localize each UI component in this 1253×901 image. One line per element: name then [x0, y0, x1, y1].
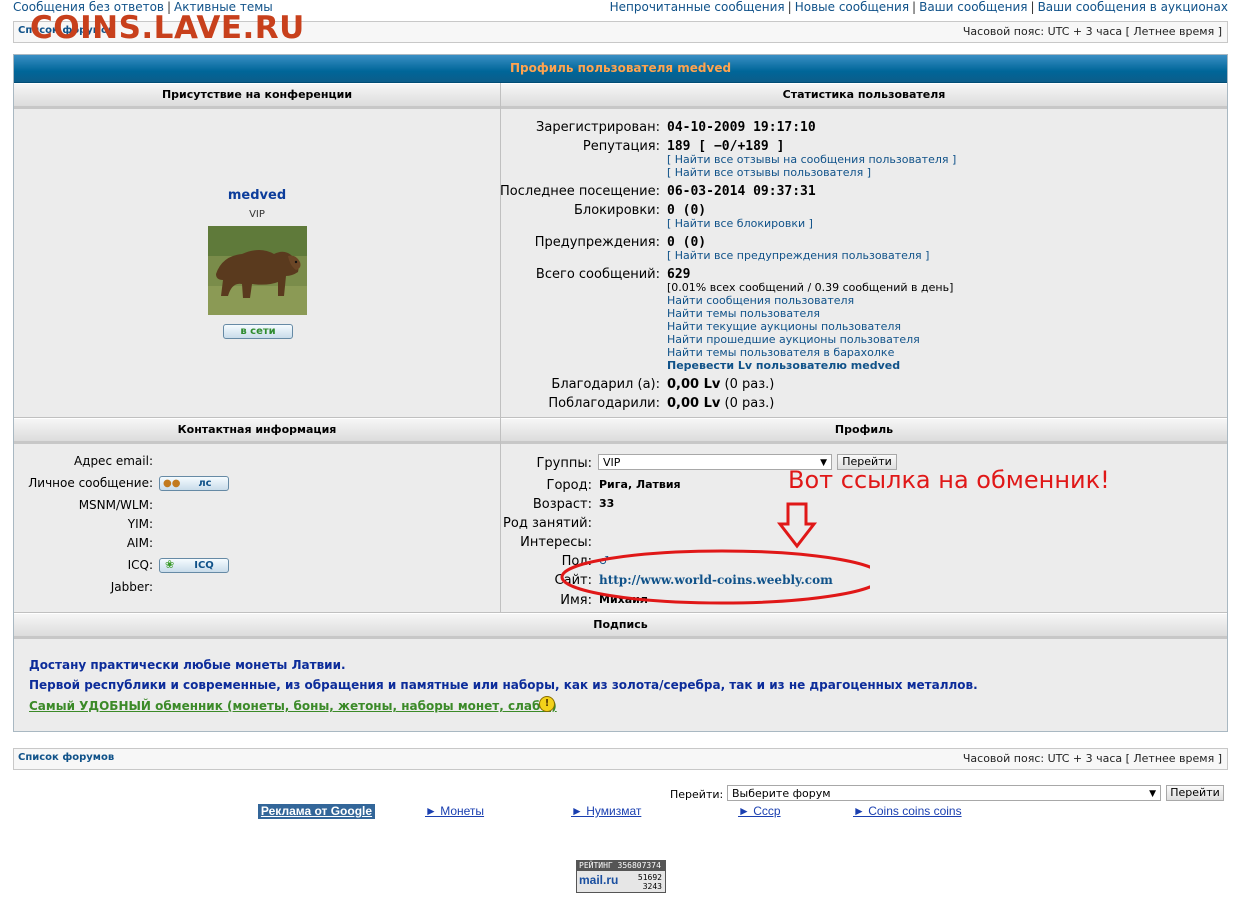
signature-header: Подпись — [14, 613, 1227, 639]
contact-header: Контактная информация — [14, 418, 500, 444]
reputation-label: Репутация: — [582, 139, 660, 154]
find-user-topics-link[interactable]: Найти темы пользователя — [667, 307, 820, 320]
exchange-link[interactable]: Самый УДОБНЫЙ обменник (монеты, боны, же… — [29, 699, 557, 713]
timezone-label: Часовой пояс: UTC + 3 часа [ Летнее врем… — [962, 25, 1222, 38]
find-warnings-link[interactable]: [ Найти все предупреждения пользователя … — [667, 249, 929, 262]
new-posts-link[interactable]: Новые сообщения — [795, 0, 909, 14]
groups-select-value: VIP — [603, 456, 621, 469]
icq-flower-icon: ❀ — [165, 558, 175, 571]
icq-button[interactable]: ❀ ICQ — [159, 558, 229, 573]
yim-label: YIM: — [127, 517, 153, 531]
chevron-down-icon: ▼ — [1149, 789, 1156, 799]
your-auction-posts-link[interactable]: Ваши сообщения в аукционах — [1038, 0, 1228, 14]
thanked-value: 0,00 Lv — [667, 377, 721, 392]
signature-line-2: Первой республики и современные, из обра… — [29, 678, 978, 692]
pm-button[interactable]: ●● лс — [159, 476, 229, 491]
find-post-feedback-link[interactable]: [ Найти все отзывы на сообщения пользова… — [667, 153, 956, 166]
posts-share: [0.01% всех сообщений / 0.39 сообщений в… — [667, 281, 954, 294]
forum-index-link-bottom[interactable]: Список форумов — [18, 752, 114, 763]
city-value: Рига, Латвия — [599, 478, 681, 491]
icq-button-label: ICQ — [194, 560, 214, 571]
warnings-label: Предупреждения: — [534, 235, 660, 250]
unread-posts-link[interactable]: Непрочитанные сообщения — [610, 0, 785, 14]
got-thanks-count: (0 раз.) — [724, 396, 775, 411]
profile-title: Профиль пользователя medved — [509, 61, 732, 75]
counter-value-1: 51692 — [637, 873, 662, 882]
jump-label: Перейти: — [670, 788, 724, 801]
people-icon: ●● — [163, 478, 181, 489]
site-watermark: COINS.LAVE.RU — [30, 10, 305, 46]
find-user-feedback-link[interactable]: [ Найти все отзывы пользователя ] — [667, 166, 871, 179]
city-label: Город: — [546, 478, 592, 493]
find-past-auctions-link[interactable]: Найти прошедшие аукционы пользователя — [667, 333, 920, 346]
ad-link-coins-coins[interactable]: ► Coins coins coins — [853, 804, 962, 818]
breadcrumb-bottom: Список форумов Часовой пояс: UTC + 3 час… — [13, 748, 1228, 770]
counter-rating: РЕЙТИНГ 356807374 — [577, 861, 665, 871]
mailru-counter[interactable]: РЕЙТИНГ 356807374 mail.ru 51692 3243 — [576, 860, 666, 893]
got-thanks-label: Поблагодарили: — [548, 396, 660, 411]
transfer-lv-link[interactable]: Перевести Lv пользователю medved — [667, 359, 900, 372]
ad-link-ussr[interactable]: ► Ссср — [738, 804, 781, 818]
thanked-label: Благодарил (а): — [551, 377, 660, 392]
last-visit-label: Последнее посещение: — [500, 184, 660, 199]
timezone-label-bottom: Часовой пояс: UTC + 3 часа [ Летнее врем… — [962, 752, 1222, 765]
find-bans-link[interactable]: [ Найти все блокировки ] — [667, 217, 813, 230]
annotation-text: Вот ссылка на обменник! — [788, 466, 1110, 494]
total-posts-label: Всего сообщений: — [535, 267, 660, 282]
got-thanks-value: 0,00 Lv — [667, 396, 721, 411]
warnings-value: 0 (0) — [667, 235, 707, 250]
find-current-auctions-link[interactable]: Найти текущие аукционы пользователя — [667, 320, 901, 333]
online-status-button[interactable]: в сети — [223, 324, 293, 339]
email-label: Адрес email: — [73, 454, 153, 468]
avatar — [208, 226, 307, 315]
stats-header: Статистика пользователя — [501, 83, 1227, 109]
msn-label: MSNM/WLM: — [78, 498, 153, 512]
profile-header: Профиль — [501, 418, 1227, 444]
registered-label: Зарегистрирован: — [536, 120, 660, 135]
find-user-posts-link[interactable]: Найти сообщения пользователя — [667, 294, 854, 307]
aim-label: AIM: — [126, 536, 153, 550]
jump-go-button[interactable]: Перейти — [1166, 785, 1224, 801]
jump-forum-select-value: Выберите форум — [732, 787, 831, 800]
mailru-logo: mail.ru — [579, 873, 619, 887]
bans-value: 0 (0) — [667, 203, 707, 218]
registered-value: 04-10-2009 19:17:10 — [667, 120, 816, 135]
ad-link-numismat[interactable]: ► Нумизмат — [571, 804, 641, 818]
profile-title-bar: Профиль пользователя medved — [14, 55, 1227, 83]
signature-line-1: Достану практически любые монеты Латвии. — [29, 658, 346, 672]
icq-label: ICQ: — [127, 558, 153, 572]
counter-value-2: 3243 — [642, 882, 662, 891]
highlight-ellipse — [560, 549, 870, 605]
annotation-overlay — [560, 502, 870, 605]
thanked-count: (0 раз.) — [724, 377, 775, 392]
down-arrow-icon — [776, 502, 818, 549]
ad-link-coins[interactable]: ► Монеты — [425, 804, 484, 818]
your-posts-link[interactable]: Ваши сообщения — [919, 0, 1027, 14]
jump-forum-select[interactable]: Выберите форум ▼ — [727, 785, 1161, 801]
bans-label: Блокировки: — [573, 203, 660, 218]
column-divider — [500, 83, 501, 613]
profile-table: Профиль пользователя medved Присутствие … — [13, 54, 1228, 732]
user-rank: VIP — [249, 209, 265, 220]
groups-label: Группы: — [536, 456, 592, 471]
last-visit-value: 06-03-2014 09:37:31 — [667, 184, 816, 199]
google-ads-label[interactable]: Реклама от Google — [258, 804, 375, 819]
find-flea-market-topics-link[interactable]: Найти темы пользователя в барахолке — [667, 346, 894, 359]
username[interactable]: medved — [14, 188, 500, 203]
pm-button-label: лс — [198, 478, 212, 489]
reputation-value: 189 [ −0/+189 ] — [667, 139, 785, 154]
pm-label: Личное сообщение: — [28, 476, 153, 490]
jabber-label: Jabber: — [110, 580, 153, 594]
exclamation-icon: ! — [539, 696, 555, 712]
presence-header: Присутствие на конференции — [14, 83, 500, 109]
total-posts-value: 629 — [667, 267, 691, 282]
